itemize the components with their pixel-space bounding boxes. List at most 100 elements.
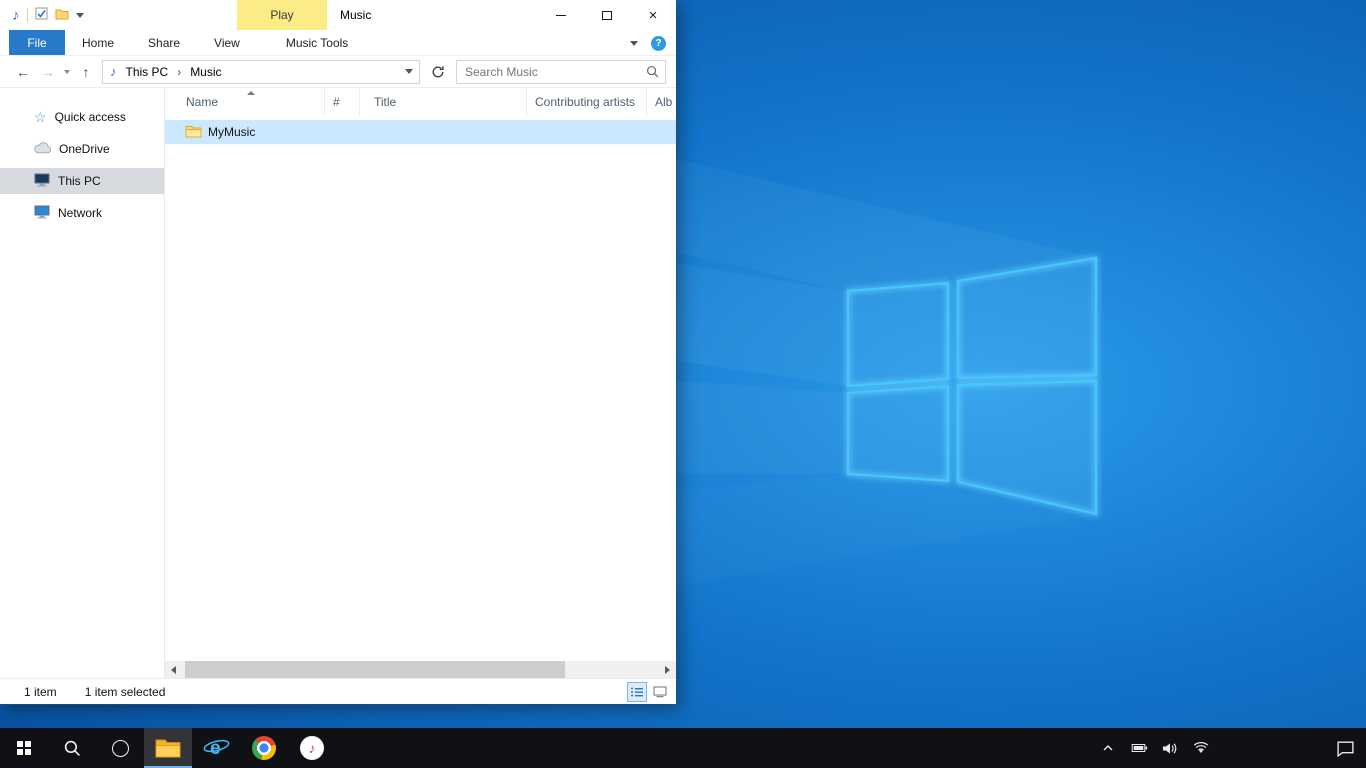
navigation-pane: ☆ Quick access OneDrive This PC bbox=[0, 88, 165, 678]
column-header-name[interactable]: Name bbox=[165, 88, 325, 116]
column-header-contributing-artists[interactable]: Contributing artists bbox=[527, 88, 647, 116]
tray-spacer bbox=[1221, 748, 1325, 749]
logo-pane-top-left bbox=[848, 283, 948, 386]
caption-buttons: × bbox=[538, 0, 676, 30]
sidebar-item-network[interactable]: Network bbox=[0, 200, 164, 226]
sidebar-item-label: This PC bbox=[58, 174, 101, 188]
scroll-right-button[interactable] bbox=[659, 661, 676, 678]
close-button[interactable]: × bbox=[630, 0, 676, 30]
titlebar[interactable]: ♪ Play Music × bbox=[0, 0, 676, 30]
back-button[interactable]: ← bbox=[14, 65, 32, 79]
breadcrumb-this-pc[interactable]: This PC bbox=[124, 65, 171, 79]
sidebar-item-this-pc[interactable]: This PC bbox=[0, 168, 164, 194]
search-input[interactable] bbox=[459, 65, 646, 79]
network-icon bbox=[34, 205, 50, 222]
scrollbar-thumb[interactable] bbox=[185, 661, 565, 678]
start-button[interactable] bbox=[0, 728, 48, 768]
sidebar-item-onedrive[interactable]: OneDrive bbox=[0, 136, 164, 162]
cortana-button[interactable] bbox=[96, 728, 144, 768]
hidden-icons-chevron-button[interactable] bbox=[1097, 728, 1119, 768]
volume-indicator[interactable] bbox=[1159, 728, 1181, 768]
scroll-left-icon bbox=[171, 666, 176, 674]
status-selection: 1 item selected bbox=[85, 685, 166, 699]
file-rows: MyMusic bbox=[165, 120, 676, 144]
sidebar-item-label: Network bbox=[58, 206, 102, 220]
taskbar-chrome-button[interactable] bbox=[240, 728, 288, 768]
file-explorer-icon bbox=[155, 738, 181, 758]
taskbar-internet-explorer-button[interactable]: e bbox=[192, 728, 240, 768]
maximize-icon bbox=[602, 11, 612, 20]
file-name: MyMusic bbox=[208, 125, 255, 139]
taskbar-search-button[interactable] bbox=[48, 728, 96, 768]
contextual-tab-play[interactable]: Play bbox=[237, 0, 327, 30]
cortana-icon bbox=[112, 740, 129, 757]
search-box[interactable] bbox=[456, 60, 666, 84]
internet-explorer-icon: e bbox=[203, 735, 230, 761]
view-toggles bbox=[627, 682, 670, 702]
sidebar-item-quick-access[interactable]: ☆ Quick access bbox=[0, 104, 164, 130]
large-icons-view-button[interactable] bbox=[650, 682, 670, 702]
scroll-left-button[interactable] bbox=[165, 661, 182, 678]
refresh-button[interactable] bbox=[427, 65, 449, 79]
main-area: ☆ Quick access OneDrive This PC bbox=[0, 88, 676, 678]
column-header-album[interactable]: Alb bbox=[647, 88, 676, 116]
breadcrumb-separator-icon[interactable]: › bbox=[170, 65, 188, 79]
expand-ribbon-chevron-icon[interactable] bbox=[630, 41, 638, 46]
help-button[interactable]: ? bbox=[651, 36, 666, 51]
system-tray bbox=[1097, 728, 1366, 768]
window-title: Music bbox=[340, 0, 371, 30]
large-icons-view-icon bbox=[653, 686, 667, 698]
sidebar-item-label: OneDrive bbox=[59, 142, 110, 156]
horizontal-scrollbar[interactable] bbox=[165, 661, 676, 678]
network-indicator[interactable] bbox=[1190, 728, 1212, 768]
file-list-area: Name # Title Contributing artists Alb My… bbox=[165, 88, 676, 678]
scroll-right-icon bbox=[665, 666, 670, 674]
column-header-number[interactable]: # bbox=[325, 88, 360, 116]
battery-icon bbox=[1131, 743, 1148, 753]
maximize-button[interactable] bbox=[584, 0, 630, 30]
breadcrumb-music[interactable]: Music bbox=[188, 65, 223, 79]
folder-icon bbox=[185, 124, 202, 141]
tab-view[interactable]: View bbox=[197, 30, 257, 55]
forward-button[interactable]: → bbox=[39, 65, 57, 79]
details-view-button[interactable] bbox=[627, 682, 647, 702]
tab-share[interactable]: Share bbox=[131, 30, 197, 55]
tab-music-tools[interactable]: Music Tools bbox=[269, 30, 365, 55]
status-bar: 1 item 1 item selected bbox=[0, 678, 676, 704]
up-button[interactable]: ↑ bbox=[77, 65, 95, 79]
tab-file[interactable]: File bbox=[9, 30, 65, 55]
taskbar-file-explorer-button[interactable] bbox=[144, 728, 192, 768]
qat-separator bbox=[27, 8, 28, 22]
status-item-count: 1 item bbox=[24, 685, 57, 699]
search-icon[interactable] bbox=[646, 65, 659, 78]
chevron-up-icon bbox=[1102, 744, 1114, 752]
column-header-title[interactable]: Title bbox=[360, 88, 527, 116]
taskbar-itunes-button[interactable]: ♪ bbox=[288, 728, 336, 768]
column-headers: Name # Title Contributing artists Alb bbox=[165, 88, 676, 116]
address-caret-icon bbox=[405, 69, 413, 74]
taskbar: e ♪ bbox=[0, 728, 1366, 768]
new-folder-icon[interactable] bbox=[55, 8, 69, 23]
windows-logo-icon bbox=[17, 741, 31, 755]
refresh-icon bbox=[431, 65, 445, 79]
details-view-icon bbox=[630, 686, 644, 698]
file-row-mymusic[interactable]: MyMusic bbox=[165, 120, 676, 144]
search-icon bbox=[64, 740, 81, 757]
chrome-icon bbox=[252, 736, 276, 760]
minimize-button[interactable] bbox=[538, 0, 584, 30]
tab-home[interactable]: Home bbox=[65, 30, 131, 55]
qat-customize-caret-icon[interactable] bbox=[76, 13, 84, 18]
ribbon-extras: ? bbox=[630, 30, 666, 56]
address-bar[interactable]: ♪ This PC › Music bbox=[102, 60, 420, 84]
battery-indicator[interactable] bbox=[1128, 728, 1150, 768]
quick-access-toolbar: ♪ bbox=[0, 7, 84, 23]
address-dropdown-button[interactable] bbox=[399, 61, 419, 83]
music-note-app-icon[interactable]: ♪ bbox=[12, 8, 20, 23]
star-icon: ☆ bbox=[34, 110, 47, 124]
recent-locations-caret-icon[interactable] bbox=[64, 70, 70, 74]
properties-icon[interactable] bbox=[35, 7, 48, 23]
close-icon: × bbox=[649, 8, 658, 23]
wifi-icon bbox=[1193, 742, 1209, 754]
action-center-button[interactable] bbox=[1334, 728, 1356, 768]
sidebar-item-label: Quick access bbox=[55, 110, 126, 124]
